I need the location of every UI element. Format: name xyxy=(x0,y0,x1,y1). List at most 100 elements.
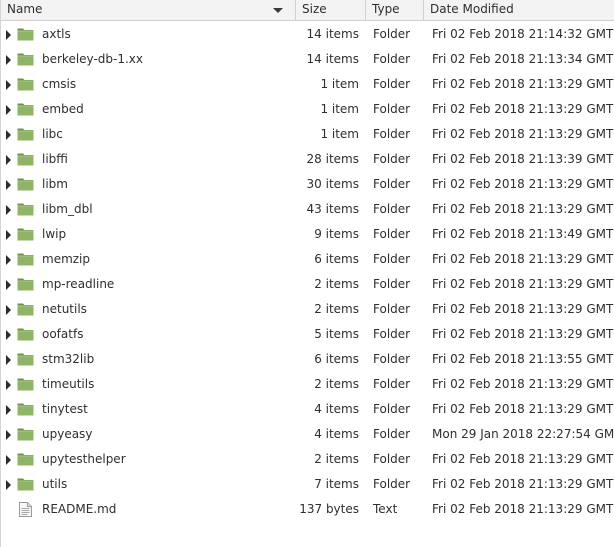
table-row[interactable]: libc 1 item Folder Fri 02 Feb 2018 21:13:29… xyxy=(1,122,614,147)
folder-icon xyxy=(17,352,34,366)
column-header-date-modified[interactable]: Date Modified xyxy=(424,0,614,20)
expander-arrow-icon[interactable] xyxy=(6,155,11,165)
text-file-icon xyxy=(19,502,32,517)
file-type: Folder xyxy=(373,352,411,366)
expander-arrow-icon[interactable] xyxy=(6,480,11,490)
folder-icon xyxy=(17,477,34,491)
file-type: Folder xyxy=(373,202,411,216)
folder-icon xyxy=(17,302,34,316)
column-header-name[interactable]: Name xyxy=(1,0,296,20)
table-row[interactable]: tinytest 4 items Folder Fri 02 Feb 2018 21:… xyxy=(1,397,614,422)
folder-icon xyxy=(17,402,34,416)
folder-icon xyxy=(17,427,34,441)
file-date-modified: Fri 02 Feb 2018 21:13:29 GMT xyxy=(432,377,614,391)
table-row[interactable]: oofatfs 5 items Folder Fri 02 Feb 2018 21:1… xyxy=(1,322,614,347)
file-type: Folder xyxy=(373,477,411,491)
file-date-modified: Mon 29 Jan 2018 22:27:54 GMT xyxy=(432,427,614,441)
table-row[interactable]: timeutils 2 items Folder Fri 02 Feb 2018 21… xyxy=(1,372,614,397)
folder-icon xyxy=(17,377,34,391)
file-name: oofatfs xyxy=(42,327,84,341)
table-row[interactable]: libffi 28 items Folder Fri 02 Feb 2018 21:1… xyxy=(1,147,614,172)
file-name: embed xyxy=(42,102,84,116)
table-row[interactable]: upytesthelper 2 items Folder Fri 02 Feb 201… xyxy=(1,447,614,472)
expander-arrow-icon[interactable] xyxy=(6,180,11,190)
table-row[interactable]: memzip 6 items Folder Fri 02 Feb 2018 21:13… xyxy=(1,247,614,272)
table-row[interactable]: cmsis 1 item Folder Fri 02 Feb 2018 21:13:2… xyxy=(1,72,614,97)
file-date-modified: Fri 02 Feb 2018 21:13:29 GMT xyxy=(432,327,614,341)
file-size: 1 item xyxy=(320,102,359,116)
file-date-modified: Fri 02 Feb 2018 21:13:55 GMT xyxy=(432,352,614,366)
expander-arrow-icon[interactable] xyxy=(6,430,11,440)
file-type: Folder xyxy=(373,327,411,341)
file-type: Folder xyxy=(373,52,411,66)
file-name: libm xyxy=(42,177,68,191)
folder-icon xyxy=(17,252,34,266)
file-name: tinytest xyxy=(42,402,88,416)
file-type: Folder xyxy=(373,177,411,191)
sort-descending-icon xyxy=(273,8,283,13)
file-name: mp-readline xyxy=(42,277,115,291)
file-size: 2 items xyxy=(314,452,359,466)
file-name: libm_dbl xyxy=(42,202,93,216)
file-type: Folder xyxy=(373,252,411,266)
table-row[interactable]: stm32lib 6 items Folder Fri 02 Feb 2018 21:… xyxy=(1,347,614,372)
file-date-modified: Fri 02 Feb 2018 21:13:29 GMT xyxy=(432,302,614,316)
expander-arrow-icon[interactable] xyxy=(6,105,11,115)
table-row[interactable]: libm_dbl 43 items Folder Fri 02 Feb 2018 21… xyxy=(1,197,614,222)
table-row[interactable]: berkeley-db-1.xx 14 items Folder Fri 02 Feb… xyxy=(1,47,614,72)
table-row[interactable]: netutils 2 items Folder Fri 02 Feb 2018 21:… xyxy=(1,297,614,322)
expander-arrow-icon[interactable] xyxy=(6,355,11,365)
column-header-size[interactable]: Size xyxy=(296,0,366,20)
file-date-modified: Fri 02 Feb 2018 21:13:39 GMT xyxy=(432,152,614,166)
folder-icon xyxy=(17,452,34,466)
table-row[interactable]: upyeasy 4 items Folder Mon 29 Jan 2018 22:2… xyxy=(1,422,614,447)
file-date-modified: Fri 02 Feb 2018 21:13:29 GMT xyxy=(432,452,614,466)
file-name: lwip xyxy=(42,227,67,241)
file-type: Folder xyxy=(373,277,411,291)
expander-arrow-icon[interactable] xyxy=(6,455,11,465)
file-size: 14 items xyxy=(306,52,359,66)
expander-arrow-icon[interactable] xyxy=(6,330,11,340)
file-size: 2 items xyxy=(314,377,359,391)
expander-arrow-icon[interactable] xyxy=(6,380,11,390)
expander-arrow-icon[interactable] xyxy=(6,230,11,240)
file-name: upyeasy xyxy=(42,427,93,441)
folder-icon xyxy=(17,77,34,91)
folder-icon xyxy=(17,127,34,141)
expander-arrow-icon[interactable] xyxy=(6,80,11,90)
expander-arrow-icon[interactable] xyxy=(6,205,11,215)
file-name: timeutils xyxy=(42,377,95,391)
file-name: stm32lib xyxy=(42,352,95,366)
file-name: README.md xyxy=(42,502,117,516)
column-header-name-label: Name xyxy=(7,2,43,16)
expander-arrow-icon[interactable] xyxy=(6,305,11,315)
file-name: netutils xyxy=(42,302,87,316)
expander-arrow-icon[interactable] xyxy=(6,280,11,290)
folder-icon xyxy=(17,177,34,191)
expander-arrow-icon[interactable] xyxy=(6,255,11,265)
table-row[interactable]: axtls 14 items Folder Fri 02 Feb 2018 21:14… xyxy=(1,22,614,47)
file-type: Folder xyxy=(373,77,411,91)
expander-arrow-icon[interactable] xyxy=(6,30,11,40)
table-row[interactable]: lwip 9 items Folder Fri 02 Feb 2018 21:13:4… xyxy=(1,222,614,247)
file-type: Folder xyxy=(373,402,411,416)
file-name: libffi xyxy=(42,152,68,166)
table-row[interactable]: embed 1 item Folder Fri 02 Feb 2018 21:13:2… xyxy=(1,97,614,122)
file-size: 4 items xyxy=(314,427,359,441)
file-size: 43 items xyxy=(306,202,359,216)
file-name: libc xyxy=(42,127,63,141)
file-rows: axtls 14 items Folder Fri 02 Feb 2018 21:14… xyxy=(1,22,614,522)
folder-icon xyxy=(17,277,34,291)
table-row[interactable]: mp-readline 2 items Folder Fri 02 Feb 2018 … xyxy=(1,272,614,297)
column-header-type[interactable]: Type xyxy=(366,0,424,20)
table-row[interactable]: libm 30 items Folder Fri 02 Feb 2018 21:13:… xyxy=(1,172,614,197)
file-date-modified: Fri 02 Feb 2018 21:13:29 GMT xyxy=(432,177,614,191)
file-type: Folder xyxy=(373,27,411,41)
table-row[interactable]: README.md 137 bytes Text Fri 02 Feb 2018 21… xyxy=(1,497,614,522)
expander-arrow-icon[interactable] xyxy=(6,55,11,65)
file-type: Folder xyxy=(373,302,411,316)
table-row[interactable]: utils 7 items Folder Fri 02 Feb 2018 21:13:… xyxy=(1,472,614,497)
file-date-modified: Fri 02 Feb 2018 21:13:29 GMT xyxy=(432,77,614,91)
expander-arrow-icon[interactable] xyxy=(6,405,11,415)
expander-arrow-icon[interactable] xyxy=(6,130,11,140)
